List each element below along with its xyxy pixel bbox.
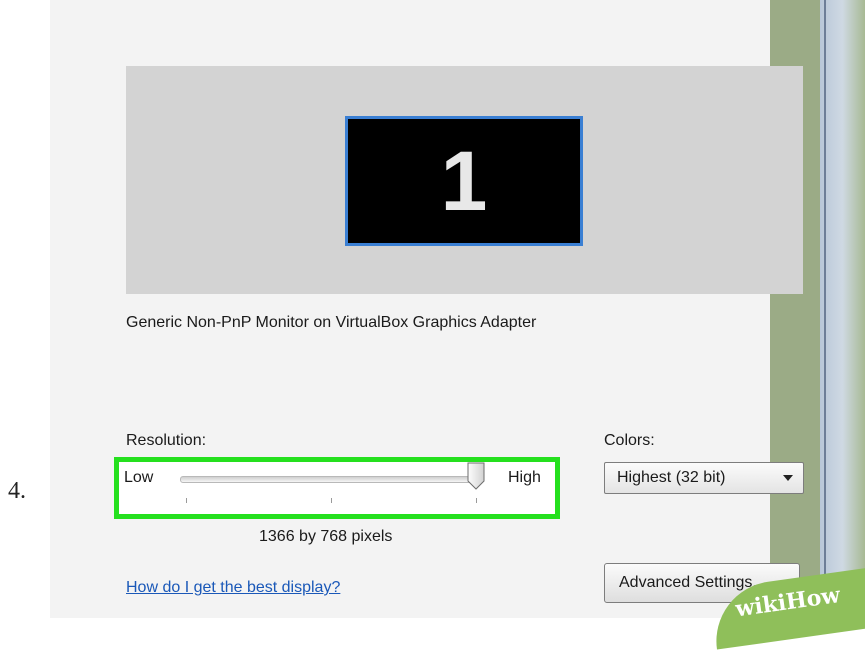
slider-low-label: Low [124,469,154,486]
colors-selected-value: Highest (32 bit) [617,469,726,486]
slider-tick [476,498,477,503]
slider-tick [331,498,332,503]
resolution-slider-thumb[interactable] [467,462,485,490]
slider-tick [186,498,187,503]
monitor-1-icon[interactable]: 1 [345,116,583,246]
resolution-slider-highlight [114,457,560,519]
slider-high-label: High [508,469,541,486]
monitor-number: 1 [440,133,488,228]
colors-dropdown[interactable]: Highest (32 bit) [604,462,804,494]
dropdown-arrow-icon [783,475,793,481]
best-display-help-link[interactable]: How do I get the best display? [126,579,340,597]
monitor-description: Generic Non-PnP Monitor on VirtualBox Gr… [126,314,537,331]
step-number: 4. [8,478,26,504]
watermark-text: wikiHow [733,582,842,623]
resolution-label: Resolution: [126,432,207,449]
window-frame-right [820,0,865,618]
colors-label: Colors: [604,432,655,449]
resolution-value: 1366 by 768 pixels [259,528,393,545]
resolution-slider-track[interactable] [180,476,477,483]
